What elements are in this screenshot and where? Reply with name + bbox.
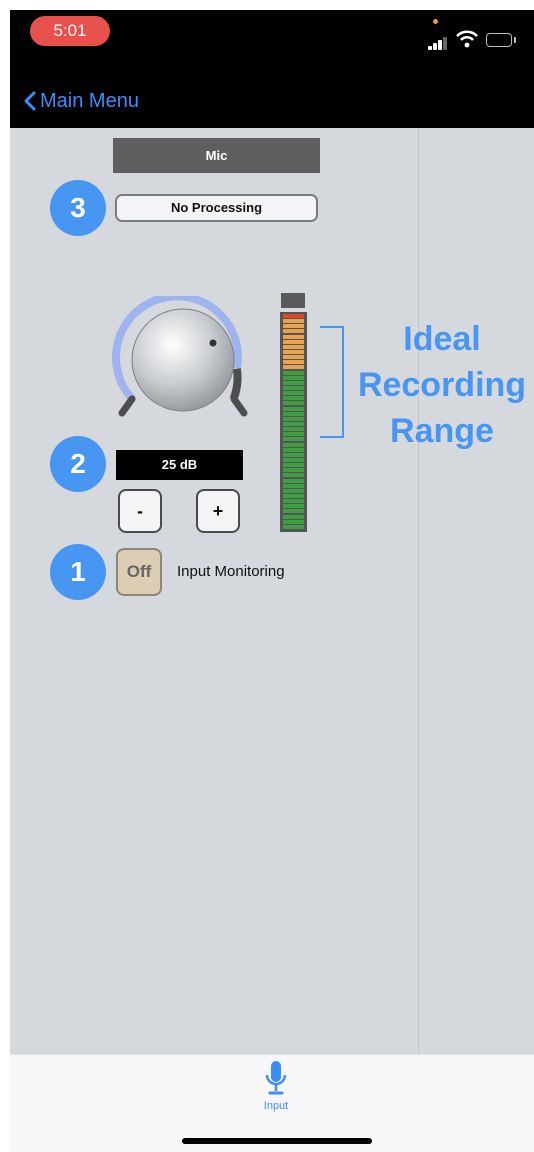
meter-segment xyxy=(283,427,304,432)
processing-button[interactable]: No Processing xyxy=(115,194,318,222)
input-source-label: Mic xyxy=(113,138,320,173)
meter-segment xyxy=(283,422,304,426)
meter-peak-indicator xyxy=(281,293,305,308)
meter-segment xyxy=(283,437,304,442)
meter-segment xyxy=(283,329,304,334)
gain-knob[interactable] xyxy=(108,296,258,426)
battery-icon xyxy=(486,33,512,47)
status-time: 5:01 xyxy=(30,16,110,46)
camera-indicator-icon xyxy=(433,19,438,24)
back-button-label: Main Menu xyxy=(40,89,139,112)
meter-segment xyxy=(283,334,304,339)
meter-segment xyxy=(283,406,304,411)
home-indicator xyxy=(182,1138,372,1144)
gain-value-display: 25 dB xyxy=(116,450,243,480)
meter-segment xyxy=(283,494,304,498)
battery-tip xyxy=(514,37,516,43)
ideal-range-bracket xyxy=(320,326,344,438)
wifi-icon xyxy=(456,30,478,48)
meter-segment xyxy=(283,483,304,488)
meter-segment xyxy=(283,339,304,344)
meter-segment xyxy=(283,416,304,421)
microphone-icon xyxy=(265,1061,287,1095)
ideal-range-line-1: Ideal xyxy=(403,320,481,358)
ideal-range-line-3: Range xyxy=(390,412,494,450)
input-monitoring-toggle[interactable]: Off xyxy=(116,548,162,596)
ideal-range-line-2: Recording xyxy=(357,366,527,404)
chevron-left-icon xyxy=(24,91,36,111)
back-button[interactable]: Main Menu xyxy=(24,86,139,116)
cellular-signal-icon xyxy=(428,34,452,50)
meter-segment xyxy=(283,324,304,329)
meter-segment xyxy=(283,504,304,509)
meter-segment xyxy=(283,447,304,452)
meter-segment xyxy=(283,386,304,390)
meter-segment xyxy=(283,380,304,385)
meter-segment xyxy=(283,355,304,360)
meter-segment xyxy=(283,452,304,457)
meter-segment xyxy=(283,432,304,437)
meter-segment xyxy=(283,365,304,370)
meter-segment xyxy=(283,478,304,483)
annotation-badge-1: 1 xyxy=(50,544,106,600)
meter-segment xyxy=(283,458,304,462)
meter-segment xyxy=(283,350,304,354)
meter-segment xyxy=(283,463,304,468)
input-level-meter xyxy=(280,312,307,532)
ideal-range-label: Ideal Recording Range xyxy=(350,316,534,454)
meter-segment xyxy=(283,519,304,524)
meter-segment xyxy=(283,524,304,529)
gain-increase-button[interactable]: + xyxy=(196,489,240,533)
annotation-badge-2: 2 xyxy=(50,436,106,492)
meter-segment xyxy=(283,468,304,473)
meter-segment xyxy=(283,360,304,365)
annotation-badge-3: 3 xyxy=(50,180,106,236)
meter-segment xyxy=(283,514,304,519)
panel-divider xyxy=(418,128,419,1054)
meter-segment xyxy=(283,401,304,406)
meter-segment xyxy=(283,396,304,401)
meter-segment xyxy=(283,473,304,478)
meter-segment xyxy=(283,314,304,318)
input-monitoring-label: Input Monitoring xyxy=(177,563,285,580)
meter-segment xyxy=(283,344,304,349)
meter-segments xyxy=(283,314,304,530)
meter-segment xyxy=(283,509,304,514)
meter-segment xyxy=(283,411,304,416)
meter-segment xyxy=(283,391,304,396)
meter-segment xyxy=(283,375,304,380)
tab-input-label: Input xyxy=(263,1100,289,1112)
gain-decrease-button[interactable]: - xyxy=(118,489,162,533)
meter-segment xyxy=(283,488,304,493)
tab-input[interactable]: Input xyxy=(250,1060,302,1120)
meter-segment xyxy=(283,370,304,375)
meter-segment xyxy=(283,499,304,504)
meter-segment xyxy=(283,319,304,324)
meter-segment xyxy=(283,442,304,447)
